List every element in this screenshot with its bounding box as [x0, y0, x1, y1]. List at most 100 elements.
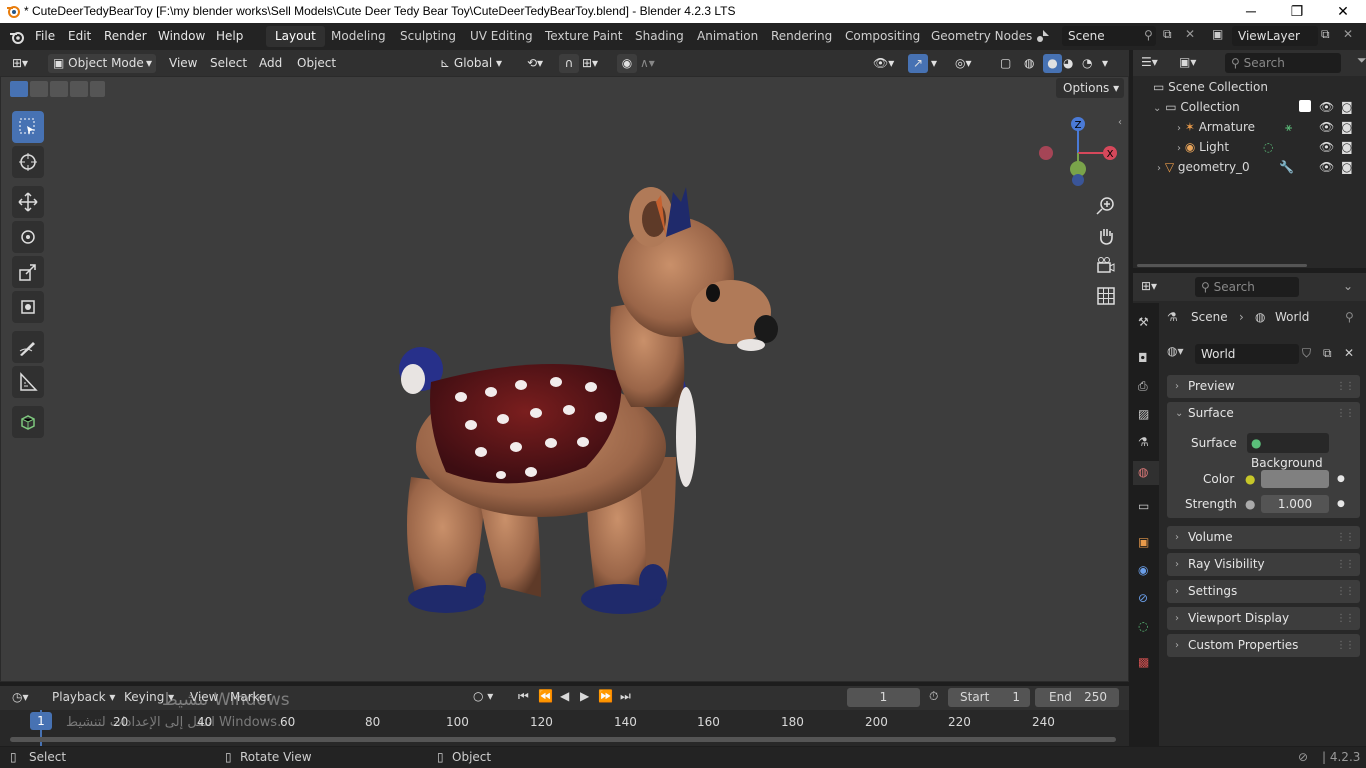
tab-compositing[interactable]: Compositing: [836, 26, 929, 47]
panel-surface[interactable]: ⌄ Surface ⋮⋮ Surface ● Background Color ● …: [1167, 402, 1360, 518]
chevron-down-icon[interactable]: ⌄: [1343, 279, 1353, 293]
jump-keyframe-back-icon[interactable]: ⏪: [538, 689, 553, 703]
keyframe-dot-icon[interactable]: ●: [1337, 468, 1345, 491]
eye-icon[interactable]: 👁: [1319, 157, 1334, 177]
drag-grip-icon[interactable]: ⋮⋮: [1336, 553, 1355, 576]
camera-icon[interactable]: ◙: [1341, 117, 1353, 137]
physics-tab-icon[interactable]: ◉: [1138, 563, 1154, 579]
select-box-tool[interactable]: [12, 111, 44, 143]
overlays-icon[interactable]: ◎▾: [955, 54, 972, 73]
color-swatch[interactable]: [1261, 470, 1329, 488]
tab-layout[interactable]: Layout: [266, 26, 325, 47]
tab-rendering[interactable]: Rendering: [762, 26, 841, 47]
unlink-world-icon[interactable]: ✕: [1344, 346, 1354, 360]
outliner-item-armature[interactable]: › ✶ Armature ⚹ 👁 ◙: [1133, 117, 1366, 137]
chevron-down-icon[interactable]: ⌄: [1153, 103, 1161, 114]
orientation-dropdown[interactable]: ⊾ Global ▾: [440, 54, 518, 73]
object-tab-icon[interactable]: ▣: [1138, 535, 1154, 551]
editor-type-icon[interactable]: ☰▾: [1141, 55, 1158, 69]
world-tab-icon[interactable]: ◍: [1133, 461, 1159, 485]
delete-view-layer-icon[interactable]: ✕: [1343, 27, 1353, 41]
selection-mode-buttons[interactable]: [10, 81, 105, 97]
view-layer-tab-icon[interactable]: ▨: [1138, 407, 1154, 423]
chevron-right-icon[interactable]: ›: [1157, 163, 1161, 174]
mode-dropdown[interactable]: ▣ Object Mode ▾: [48, 54, 156, 73]
light-data-icon[interactable]: ◌: [1263, 137, 1273, 157]
tab-geometry-nodes[interactable]: Geometry Nodes: [922, 26, 1041, 47]
select-extend-icon[interactable]: [30, 81, 48, 97]
playhead[interactable]: 1: [30, 712, 52, 730]
delete-scene-icon[interactable]: ✕: [1185, 27, 1195, 41]
solid-shading-icon[interactable]: ●: [1043, 54, 1062, 73]
menu-help[interactable]: Help: [216, 29, 243, 43]
output-tab-icon[interactable]: ⎙: [1138, 379, 1154, 395]
play-reverse-icon[interactable]: ◀: [560, 689, 569, 703]
proportional-edit-icon[interactable]: ◉: [617, 54, 637, 73]
menu-edit[interactable]: Edit: [68, 29, 91, 43]
gizmo-neg-x-axis[interactable]: [1039, 146, 1053, 160]
pin-icon[interactable]: ⚲: [1144, 28, 1153, 42]
timeline-scrollbar[interactable]: [10, 737, 1116, 742]
outliner-item-scene-collection[interactable]: ▭ Scene Collection: [1133, 77, 1366, 97]
tab-modeling[interactable]: Modeling: [322, 26, 395, 47]
pan-button[interactable]: [1095, 225, 1117, 247]
stopwatch-icon[interactable]: ⏱: [929, 689, 938, 704]
new-scene-icon[interactable]: ⧉: [1163, 27, 1172, 42]
chevron-right-icon[interactable]: ›: [1177, 143, 1181, 154]
annotate-tool[interactable]: [12, 331, 44, 363]
new-world-icon[interactable]: ⧉: [1323, 346, 1332, 361]
menu-playback[interactable]: Playback ▾: [52, 690, 115, 704]
eye-icon[interactable]: 👁: [1319, 137, 1334, 157]
zoom-button[interactable]: [1095, 195, 1117, 217]
transform-tool[interactable]: [12, 291, 44, 323]
armature-data-icon[interactable]: ⚹: [1285, 117, 1292, 137]
gizmo-neg-z-axis[interactable]: [1072, 174, 1084, 186]
menu-view[interactable]: View: [169, 54, 197, 73]
camera-icon[interactable]: ◙: [1341, 97, 1353, 117]
select-subtract-icon[interactable]: [50, 81, 68, 97]
menu-add[interactable]: Add: [259, 54, 282, 73]
minimize-button[interactable]: ─: [1228, 0, 1274, 23]
data-tab-icon[interactable]: ◌: [1138, 619, 1154, 635]
tab-sculpting[interactable]: Sculpting: [391, 26, 465, 47]
jump-keyframe-forward-icon[interactable]: ⏩: [598, 689, 613, 703]
render-tab-icon[interactable]: ◘: [1138, 351, 1154, 367]
drag-grip-icon[interactable]: ⋮⋮: [1336, 607, 1355, 630]
drag-grip-icon[interactable]: ⋮⋮: [1336, 375, 1355, 398]
pivot-icon[interactable]: ⟲▾: [527, 54, 543, 73]
menu-render[interactable]: Render: [104, 29, 147, 43]
texture-tab-icon[interactable]: ▩: [1138, 655, 1154, 671]
outliner-scrollbar[interactable]: [1137, 264, 1307, 267]
snap-target-icon[interactable]: ⊞▾: [582, 54, 598, 73]
falloff-icon[interactable]: ∧▾: [640, 54, 655, 73]
drag-grip-icon[interactable]: ⋮⋮: [1336, 402, 1355, 425]
tab-texture-paint[interactable]: Texture Paint: [536, 26, 631, 47]
auto-keying-icon[interactable]: ○ ▾: [473, 689, 493, 703]
panel-volume[interactable]: › Volume ⋮⋮: [1167, 526, 1360, 549]
tab-uv-editing[interactable]: UV Editing: [461, 26, 542, 47]
wireframe-shading-icon[interactable]: ◍: [1024, 54, 1034, 73]
play-icon[interactable]: ▶: [580, 689, 589, 703]
view-layer-icon[interactable]: ▣: [1212, 27, 1223, 41]
measure-tool[interactable]: [12, 366, 44, 398]
add-cube-tool[interactable]: [12, 406, 44, 438]
panel-ray-visibility[interactable]: › Ray Visibility ⋮⋮: [1167, 553, 1360, 576]
camera-icon[interactable]: ◙: [1341, 137, 1353, 157]
blender-menu-icon[interactable]: [9, 29, 25, 45]
view-layer-field[interactable]: ViewLayer: [1232, 26, 1318, 46]
outliner-item-light[interactable]: › ◉ Light ◌ 👁 ◙: [1133, 137, 1366, 157]
menu-select[interactable]: Select: [210, 54, 247, 73]
panel-viewport-display[interactable]: › Viewport Display ⋮⋮: [1167, 607, 1360, 630]
new-view-layer-icon[interactable]: ⧉: [1321, 27, 1330, 42]
xray-icon[interactable]: ▢: [1000, 54, 1011, 73]
select-intersect-icon[interactable]: [90, 81, 105, 97]
constraints-tab-icon[interactable]: ⊘: [1138, 591, 1154, 607]
world-name-field[interactable]: World: [1195, 344, 1299, 364]
filter-icon[interactable]: ⏷: [1357, 53, 1366, 68]
jump-end-icon[interactable]: ⏭: [620, 689, 631, 704]
material-shading-icon[interactable]: ◕: [1063, 54, 1073, 73]
camera-icon[interactable]: ◙: [1341, 157, 1353, 177]
pin-icon[interactable]: ⚲: [1345, 310, 1354, 324]
camera-view-button[interactable]: [1095, 255, 1117, 277]
tab-shading[interactable]: Shading: [626, 26, 693, 47]
